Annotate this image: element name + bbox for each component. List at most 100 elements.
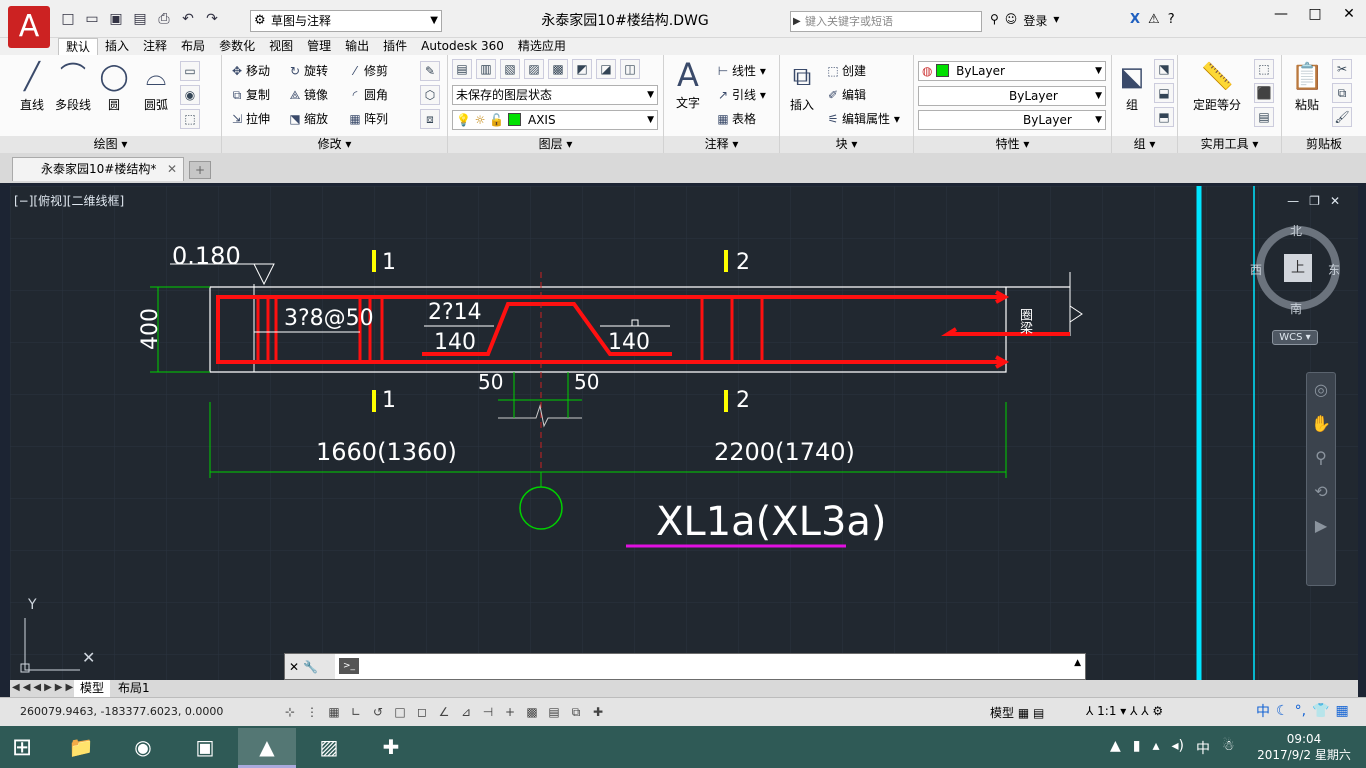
orbit-icon[interactable]: ⟲ xyxy=(1307,475,1335,509)
edit-block-button[interactable]: ✐ 编辑 xyxy=(824,85,866,105)
drawing-canvas[interactable]: [−][俯视][二维线框] — ❐ ✕ 0.180 400 3?8@50 2?1… xyxy=(10,186,1358,680)
tab-layout[interactable]: 布局 xyxy=(174,38,212,55)
annotation-monitor-icon[interactable]: ✚ xyxy=(588,702,608,722)
ortho-icon[interactable]: ∟ xyxy=(346,702,366,722)
linear-dim-button[interactable]: ⊢ 线性 ▾ xyxy=(714,61,766,81)
text-button[interactable]: A 文字 xyxy=(668,59,708,111)
stretch-button[interactable]: ⇲ 拉伸 xyxy=(228,109,270,129)
annotation-scale[interactable]: ⅄ 1:1 ▾ ⅄ ⅄ ⚙ xyxy=(1086,704,1163,718)
group-edit-icon[interactable]: ⬓ xyxy=(1154,83,1174,103)
layers-panel-title[interactable]: 图层 ▾ xyxy=(448,136,663,153)
compass-west[interactable]: 西 xyxy=(1250,261,1262,278)
tab-plugins[interactable]: 插件 xyxy=(376,38,414,55)
select-all-icon[interactable]: ⬛ xyxy=(1254,83,1274,103)
lineweight-icon[interactable]: + xyxy=(500,702,520,722)
block-panel-title[interactable]: 块 ▾ xyxy=(780,136,913,153)
exchange-icon[interactable]: X xyxy=(1130,12,1140,27)
calculator-icon[interactable]: ▤ xyxy=(1254,107,1274,127)
ime-logo-icon[interactable]: ☃ xyxy=(1222,738,1235,758)
layer-isolate-icon[interactable]: ▨ xyxy=(524,59,544,79)
ime-mode[interactable]: 中 xyxy=(1256,701,1270,721)
layout-nav-arrows[interactable]: ◀◀◀▶▶▶ xyxy=(12,682,76,693)
battery-icon[interactable]: ▮ xyxy=(1133,738,1141,758)
polyline-button[interactable]: ⌒ 多段线 xyxy=(52,61,94,113)
3d-osnap-icon[interactable]: ◻ xyxy=(412,702,432,722)
measure-button[interactable]: 📏 定距等分 xyxy=(1186,61,1248,113)
quick-select-icon[interactable]: ⬚ xyxy=(1254,59,1274,79)
copy-button[interactable]: ⧉ 复制 xyxy=(228,85,270,105)
model-space-toggle[interactable]: 模型 ▦ ▤ xyxy=(990,704,1044,721)
group-select-icon[interactable]: ⬒ xyxy=(1154,107,1174,127)
clipboard-panel-title[interactable]: 剪贴板 xyxy=(1282,136,1366,153)
close-icon[interactable]: ✕ xyxy=(289,660,299,674)
browser-icon[interactable]: ◉ xyxy=(114,728,172,768)
explorer-icon[interactable]: 📁 xyxy=(52,728,110,768)
ime-toolbar[interactable]: 中 ☾ °, 👕 ▦ xyxy=(1226,697,1366,725)
mirror-button[interactable]: ⟁ 镜像 xyxy=(286,85,328,105)
minimize-icon[interactable]: — xyxy=(1264,0,1298,28)
line-button[interactable]: ╱ 直线 xyxy=(14,61,50,113)
close-icon[interactable]: ✕ xyxy=(1330,194,1340,208)
steering-wheel-icon[interactable]: ◎ xyxy=(1307,373,1335,407)
match-properties-icon[interactable]: 🖌 xyxy=(1332,107,1352,127)
region-icon[interactable]: ⬚ xyxy=(180,109,200,129)
zoom-icon[interactable]: ⚲ xyxy=(1307,441,1335,475)
offset-icon[interactable]: ⧈ xyxy=(420,109,440,129)
properties-panel-title[interactable]: 特性 ▾ xyxy=(914,136,1111,153)
infer-constraints-icon[interactable]: ⊹ xyxy=(280,702,300,722)
pan-icon[interactable]: ✋ xyxy=(1307,407,1335,441)
layer-state-select[interactable]: 未保存的图层状态 ▼ xyxy=(452,85,658,105)
circle-button[interactable]: ◯ 圆 xyxy=(96,61,132,113)
application-menu-button[interactable]: A xyxy=(8,6,50,48)
dyn-icon[interactable]: ⊣ xyxy=(478,702,498,722)
login-button[interactable]: 登录 xyxy=(1023,12,1047,29)
chevron-up-icon[interactable]: ▲ xyxy=(1074,658,1081,668)
groups-panel-title[interactable]: 组 ▾ xyxy=(1112,136,1177,153)
tab-autodesk360[interactable]: Autodesk 360 xyxy=(414,38,511,55)
scale-button[interactable]: ⬔ 缩放 xyxy=(286,109,328,129)
insert-button[interactable]: ⧉ 插入 xyxy=(784,61,820,113)
viewport-controls-label[interactable]: [−][俯视][二维线框] xyxy=(14,192,124,209)
erase-icon[interactable]: ✎ xyxy=(420,61,440,81)
tab-annotate[interactable]: 注释 xyxy=(136,38,174,55)
trim-button[interactable]: ⁄ 修剪 xyxy=(346,61,388,81)
move-button[interactable]: ✥ 移动 xyxy=(228,61,270,81)
volume-icon[interactable]: ◂) xyxy=(1172,738,1185,758)
transparency-icon[interactable]: ▩ xyxy=(522,702,542,722)
tab-insert[interactable]: 插入 xyxy=(98,38,136,55)
grid-menu-icon[interactable]: ▦ xyxy=(1335,703,1348,719)
compass-east[interactable]: 东 xyxy=(1328,261,1340,278)
lineweight-select[interactable]: ByLayer ▼ xyxy=(918,110,1106,130)
create-block-button[interactable]: ⬚ 创建 xyxy=(824,61,866,81)
compass-south[interactable]: 南 xyxy=(1290,300,1302,317)
tab-view[interactable]: 视图 xyxy=(262,38,300,55)
utilities-panel-title[interactable]: 实用工具 ▾ xyxy=(1178,136,1281,153)
search-input[interactable]: ▶ 键入关键字或短语 xyxy=(790,11,982,32)
rectangle-icon[interactable]: ▭ xyxy=(180,61,200,81)
layer-previous-icon[interactable]: ▧ xyxy=(500,59,520,79)
cut-icon[interactable]: ✂ xyxy=(1332,59,1352,79)
autocad-icon[interactable]: ▲ xyxy=(238,728,296,768)
osnap-icon[interactable]: □ xyxy=(390,702,410,722)
hatch-icon[interactable]: ◉ xyxy=(180,85,200,105)
compass-north[interactable]: 北 xyxy=(1290,222,1302,239)
network-icon[interactable]: ✚ xyxy=(362,728,420,768)
ungroup-icon[interactable]: ⬔ xyxy=(1154,59,1174,79)
connect-icon[interactable]: ⚠ xyxy=(1148,12,1160,27)
layer-freeze-icon[interactable]: ▩ xyxy=(548,59,568,79)
rotate-button[interactable]: ↻ 旋转 xyxy=(286,61,328,81)
punctuation-icon[interactable]: °, xyxy=(1295,703,1306,719)
group-button[interactable]: ⬕ 组 xyxy=(1116,61,1148,113)
tab-featured-apps[interactable]: 精选应用 xyxy=(511,38,573,55)
draw-panel-title[interactable]: 绘图 ▾ xyxy=(0,136,221,153)
polar-icon[interactable]: ↺ xyxy=(368,702,388,722)
tab-default[interactable]: 默认 xyxy=(58,38,99,55)
windows-start-icon[interactable]: ⊞ xyxy=(12,735,32,759)
paste-button[interactable]: 📋 粘贴 xyxy=(1290,61,1324,113)
layer-properties-icon[interactable]: ▤ xyxy=(452,59,472,79)
arc-button[interactable]: ⌓ 圆弧 xyxy=(138,61,174,113)
close-icon[interactable]: ✕ xyxy=(167,158,177,180)
grid-icon[interactable]: ▦ xyxy=(324,702,344,722)
chevron-down-icon[interactable]: ▾ xyxy=(1053,12,1059,29)
edit-attributes-button[interactable]: ⚟ 编辑属性 ▾ xyxy=(824,109,900,129)
